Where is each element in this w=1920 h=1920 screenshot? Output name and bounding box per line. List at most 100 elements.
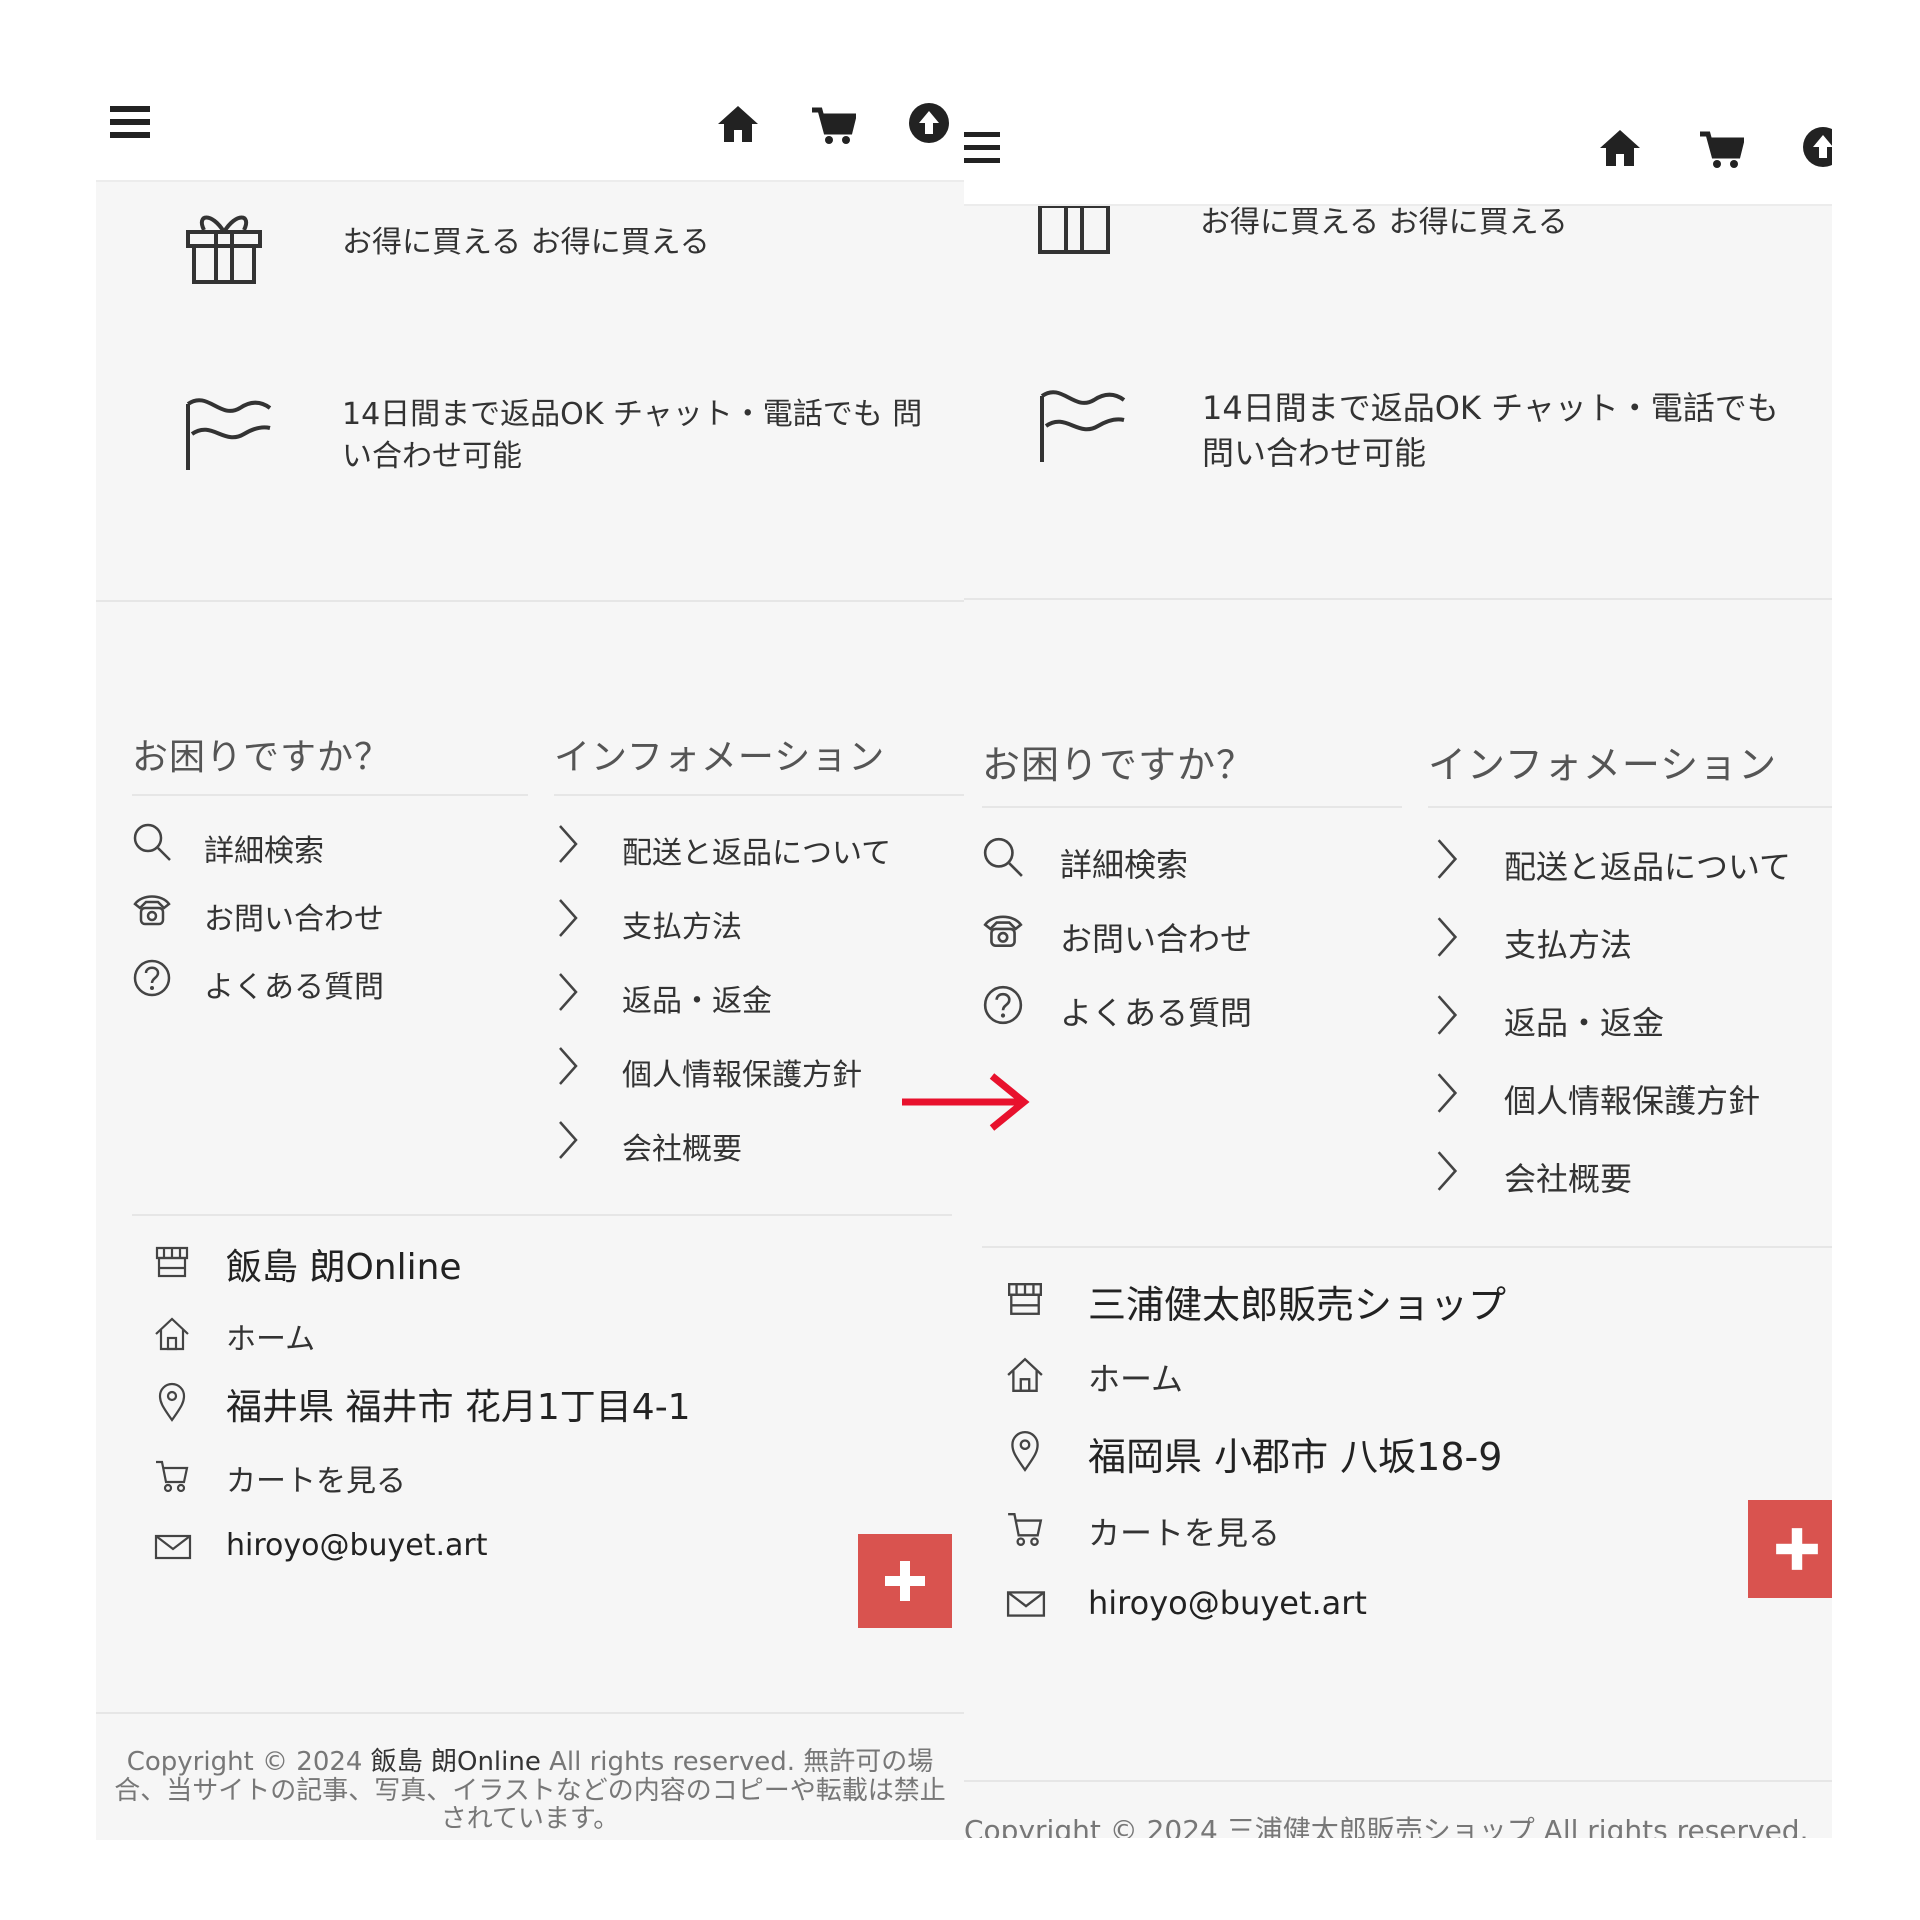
info-heading-underline: [554, 794, 964, 796]
info-heading-underline: [1428, 806, 1832, 808]
plus-icon: [1776, 1528, 1818, 1570]
chevron-right-icon: [1437, 917, 1458, 957]
email-link[interactable]: hiroyo@buyet.art: [154, 1526, 654, 1572]
arrow-right-icon: [902, 1073, 1030, 1131]
cart-icon[interactable]: [810, 106, 856, 146]
store-icon: [1008, 1283, 1042, 1315]
gift-feature-text: お得に買える お得に買える: [1200, 205, 1568, 240]
gift-icon: [1038, 206, 1110, 254]
chevron-right-icon: [559, 825, 578, 863]
before-screenshot: お得に買える お得に買える 14日間まで返品OK チャット・電話でも 問い合わせ…: [96, 60, 964, 1840]
cart-icon[interactable]: [1698, 130, 1744, 170]
scroll-top-icon[interactable]: [908, 102, 950, 144]
top-navbar: [96, 60, 964, 182]
help-link-contact[interactable]: お問い合わせ: [982, 910, 1362, 958]
info-link-label: 返品・返金: [1504, 1004, 1665, 1042]
help-circle-icon: [983, 985, 1023, 1025]
info-link-label: 個人情報保護方針: [1504, 1082, 1761, 1120]
info-link-label: 個人情報保護方針: [622, 1058, 862, 1093]
home-outline-icon: [155, 1317, 189, 1351]
info-link-label: 返品・返金: [622, 984, 772, 1019]
contact-divider: [132, 1214, 952, 1216]
info-link-shipping[interactable]: 配送と返品について: [1434, 836, 1824, 886]
chevron-right-icon: [1437, 1151, 1458, 1191]
section-divider: [96, 600, 964, 602]
email-text: hiroyo@buyet.art: [226, 1528, 488, 1563]
returns-feature-text: 14日間まで返品OK チャット・電話でも 問い合わせ可能: [342, 397, 923, 474]
copyright-prefix: Copyright © 2024: [126, 1747, 371, 1777]
shop-name-row: 飯島 朗Online: [154, 1238, 854, 1288]
help-heading: お困りですか？: [132, 737, 392, 778]
info-link-company[interactable]: 会社概要: [556, 1118, 956, 1167]
cart-outline-icon: [1008, 1513, 1043, 1546]
address-text: 福岡県 小郡市 八坂18-9: [1088, 1435, 1503, 1479]
home-icon[interactable]: [716, 104, 760, 144]
home-outline-icon: [1007, 1357, 1043, 1392]
email-link[interactable]: hiroyo@buyet.art: [1006, 1582, 1506, 1630]
info-link-label: 支払方法: [1504, 926, 1633, 964]
phone-icon: [133, 895, 171, 926]
gift-icon: [186, 215, 262, 284]
info-link-refund[interactable]: 返品・返金: [556, 970, 956, 1019]
flag-icon: [186, 398, 272, 470]
chevron-right-icon: [559, 1047, 578, 1085]
help-link-faq[interactable]: よくある質問: [982, 984, 1362, 1032]
flag-icon: [1040, 390, 1126, 462]
help-link-label: よくある質問: [1060, 994, 1253, 1032]
help-link-contact[interactable]: お問い合わせ: [132, 890, 512, 937]
info-link-shipping[interactable]: 配送と返品について: [556, 822, 956, 871]
view-cart-label: カートを見る: [1088, 1514, 1281, 1552]
shop-name: 三浦健太郎販売ショップ: [1088, 1283, 1507, 1327]
help-heading-underline: [132, 794, 528, 796]
chevron-right-icon: [559, 899, 578, 937]
info-link-label: 支払方法: [622, 910, 742, 945]
view-cart-link[interactable]: カートを見る: [154, 1454, 554, 1500]
info-link-company[interactable]: 会社概要: [1434, 1148, 1824, 1198]
home-link[interactable]: ホーム: [1006, 1352, 1406, 1400]
info-link-label: 配送と返品について: [1504, 848, 1792, 886]
view-cart-link[interactable]: カートを見る: [1006, 1506, 1406, 1554]
info-link-privacy[interactable]: 個人情報保護方針: [556, 1044, 956, 1093]
info-link-payment[interactable]: 支払方法: [1434, 914, 1824, 964]
copyright-divider: [96, 1712, 964, 1714]
floating-plus-button[interactable]: [1748, 1500, 1832, 1598]
address-text: 福井県 福井市 花月1丁目4-1: [226, 1387, 691, 1428]
info-link-privacy[interactable]: 個人情報保護方針: [1434, 1070, 1824, 1120]
info-heading: インフォメーション: [1428, 743, 1778, 787]
help-link-search[interactable]: 詳細検索: [132, 822, 512, 869]
copyright-divider: [964, 1780, 1832, 1782]
help-link-label: 詳細検索: [1060, 846, 1189, 884]
search-icon: [983, 837, 1023, 877]
floating-plus-button[interactable]: [858, 1534, 952, 1628]
shop-name: 飯島 朗Online: [226, 1247, 462, 1288]
contact-divider: [982, 1246, 1832, 1248]
location-pin-icon: [158, 1382, 186, 1422]
email-text: hiroyo@buyet.art: [1088, 1584, 1367, 1622]
help-link-label: 詳細検索: [204, 834, 324, 869]
help-heading: お困りですか？: [982, 743, 1256, 787]
address-row: 福井県 福井市 花月1丁目4-1: [154, 1378, 854, 1428]
chevron-right-icon: [1437, 839, 1458, 879]
help-link-search[interactable]: 詳細検索: [982, 836, 1362, 884]
info-link-label: 会社概要: [1504, 1160, 1633, 1198]
chevron-right-icon: [1437, 1073, 1458, 1113]
help-circle-icon: [133, 959, 171, 997]
hamburger-menu-icon[interactable]: [964, 130, 1000, 166]
home-icon[interactable]: [1598, 128, 1642, 168]
after-screenshot: お得に買える お得に買える 14日間まで返品OK チャット・電話でも 問い合わせ…: [964, 90, 1832, 1838]
mail-icon: [1006, 1591, 1046, 1617]
home-link[interactable]: ホーム: [154, 1312, 554, 1358]
chevron-right-icon: [1437, 995, 1458, 1035]
top-navbar: [964, 90, 1832, 206]
section-divider: [964, 598, 1832, 600]
help-link-label: お問い合わせ: [204, 902, 384, 937]
cart-outline-icon: [156, 1460, 189, 1493]
scroll-top-icon[interactable]: [1802, 126, 1832, 168]
search-icon: [133, 823, 171, 861]
shop-name-row: 三浦健太郎販売ショップ: [1006, 1274, 1806, 1327]
mail-icon: [154, 1534, 192, 1560]
hamburger-menu-icon[interactable]: [110, 104, 150, 140]
info-link-refund[interactable]: 返品・返金: [1434, 992, 1824, 1042]
help-link-faq[interactable]: よくある質問: [132, 958, 512, 1005]
info-link-payment[interactable]: 支払方法: [556, 896, 956, 945]
